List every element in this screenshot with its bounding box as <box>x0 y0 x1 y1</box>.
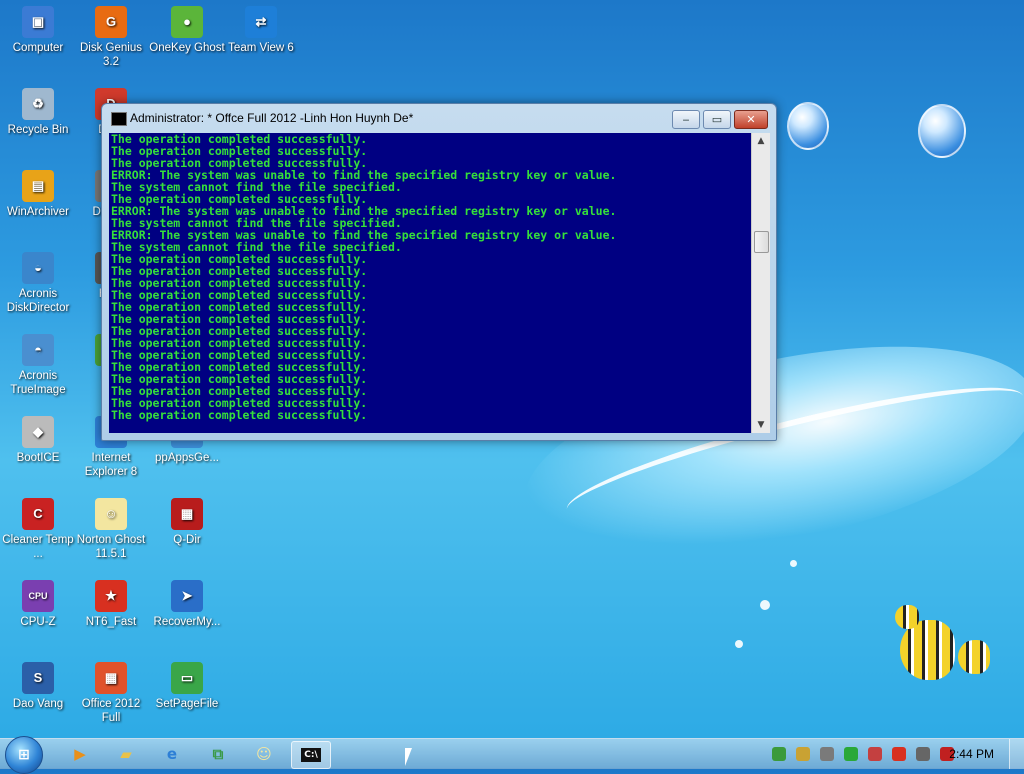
desktop-icon-label: RecoverMy... <box>153 616 221 628</box>
tray-tool-icon[interactable] <box>868 747 882 761</box>
desktop-icon[interactable]: ▦ Office 2012 Full <box>73 662 149 725</box>
acronis-trueimage-icon: ◓ <box>22 334 54 366</box>
dao-vang-icon: S <box>22 662 54 694</box>
tray-network-icon[interactable] <box>772 747 786 761</box>
tray-play-icon[interactable] <box>844 747 858 761</box>
cleaner-icon: C <box>22 498 54 530</box>
onekey-ghost-icon: ● <box>171 6 203 38</box>
internet-explorer-icon[interactable]: e <box>153 741 191 767</box>
windows-logo-bubble <box>787 102 829 150</box>
vertical-scrollbar[interactable]: ▲ ▼ <box>751 133 770 433</box>
desktop-icon[interactable]: C Cleaner Temp ... <box>0 498 76 561</box>
desktop-icon-label: Cleaner Temp ... <box>2 534 74 560</box>
tray-star-icon[interactable] <box>892 747 906 761</box>
desktop-icon[interactable]: S Dao Vang <box>0 662 76 711</box>
desktop-icon[interactable]: ● OneKey Ghost <box>149 6 225 55</box>
desktop-icon-label: Internet Explorer 8 <box>84 452 138 478</box>
media-player-icon[interactable]: ▶ <box>61 741 99 767</box>
scroll-up-arrow-icon[interactable]: ▲ <box>752 133 770 149</box>
disk-genius-icon: G <box>95 6 127 38</box>
desktop-icon-label: WinArchiver <box>7 206 69 218</box>
desktop-icon[interactable]: ▣ Computer <box>0 6 76 55</box>
desktop-icon[interactable]: ▦ Q-Dir <box>149 498 225 547</box>
setpagefile-icon: ▭ <box>171 662 203 694</box>
computer-icon: ▣ <box>22 6 54 38</box>
window-titlebar[interactable]: Administrator: * Offce Full 2012 -Linh H… <box>102 104 776 133</box>
desktop-icon-label: Team View 6 <box>228 42 294 54</box>
logo-bubble <box>918 104 966 158</box>
recycle-bin-icon: ♻ <box>22 88 54 120</box>
tray-monitor-icon[interactable] <box>916 747 930 761</box>
norton-ghost-icon: ☺ <box>95 498 127 530</box>
office-icon: ▦ <box>95 662 127 694</box>
recovermyfiles-icon: ➤ <box>171 580 203 612</box>
tray-stack-icon[interactable] <box>796 747 810 761</box>
fish <box>895 605 919 629</box>
desktop-icon[interactable]: ★ NT6_Fast <box>73 580 149 629</box>
winarchiver-icon: ▤ <box>22 170 54 202</box>
cmd-icon[interactable]: C:\ <box>291 741 331 769</box>
bootice-icon: ◆ <box>22 416 54 448</box>
start-button[interactable]: ⊞ <box>5 736 43 774</box>
desktop-icon-label: SetPageFile <box>155 698 219 710</box>
desktop-icon-label: CPU-Z <box>20 616 56 628</box>
water-drop <box>760 600 770 610</box>
close-button[interactable]: ✕ <box>734 110 768 129</box>
desktop-icon-label: Office 2012 Full <box>81 698 141 724</box>
window-title: Administrator: * Offce Full 2012 -Linh H… <box>130 111 414 125</box>
water-drop <box>790 560 797 567</box>
desktop-icon-label: Norton Ghost 11.5.1 <box>76 534 146 560</box>
desktop-icon-label: Dao Vang <box>12 698 64 710</box>
desktop-icon-label: BootICE <box>16 452 60 464</box>
desktop-icon-label: Computer <box>12 42 64 54</box>
desktop-icon[interactable]: CPU CPU-Z <box>0 580 76 629</box>
norton-ghost-icon[interactable]: ☺ <box>245 741 283 767</box>
desktop-icon[interactable]: ➤ RecoverMy... <box>149 580 225 629</box>
cpu-z-icon: CPU <box>22 580 54 612</box>
desktop-icon-label: Acronis DiskDirector <box>6 288 70 314</box>
desktop-icon-label: NT6_Fast <box>85 616 137 628</box>
scrollbar-thumb[interactable] <box>754 231 769 253</box>
acronis-disk-icon: ◒ <box>22 252 54 284</box>
desktop-icon-label: Q-Dir <box>173 534 201 546</box>
desktop-icon[interactable]: ◓ Acronis TrueImage <box>0 334 76 397</box>
desktop-icon[interactable]: ▤ WinArchiver <box>0 170 76 219</box>
desktop-icon-label: ppAppsGe... <box>155 452 219 464</box>
console-output[interactable]: The operation completed successfully. The… <box>109 133 751 433</box>
maximize-button[interactable]: ▭ <box>703 110 731 129</box>
desktop-icon-label: OneKey Ghost <box>149 42 225 54</box>
console-line: The operation completed successfully. <box>111 408 368 422</box>
desktop-icon[interactable]: ♻ Recycle Bin <box>0 88 76 137</box>
teamviewer-icon: ⇄ <box>245 6 277 38</box>
minimize-button[interactable]: ‒ <box>672 110 700 129</box>
taskbar: ⊞ ▶ ▰ e ⧉ ☺ C:\ 2:44 PM <box>0 736 1024 774</box>
show-desktop-button[interactable] <box>1009 739 1024 769</box>
mouse-cursor-icon <box>405 748 412 766</box>
desktop-icon-label: Disk Genius 3.2 <box>80 42 142 68</box>
explorer-folder-icon[interactable]: ▰ <box>107 741 145 767</box>
desktop-icon[interactable]: ⇄ Team View 6 <box>223 6 299 55</box>
cmd-window-icon <box>111 112 127 126</box>
nt6-fast-icon: ★ <box>95 580 127 612</box>
tray-ghost-icon[interactable] <box>820 747 834 761</box>
network-icon[interactable]: ⧉ <box>199 741 237 767</box>
desktop-icon[interactable]: ◒ Acronis DiskDirector <box>0 252 76 315</box>
desktop-icon[interactable]: ☺ Norton Ghost 11.5.1 <box>73 498 149 561</box>
cmd-window[interactable]: Administrator: * Offce Full 2012 -Linh H… <box>101 103 777 441</box>
desktop-icon[interactable]: ◆ BootICE <box>0 416 76 465</box>
q-dir-icon: ▦ <box>171 498 203 530</box>
scroll-down-arrow-icon[interactable]: ▼ <box>752 417 770 433</box>
clock[interactable]: 2:44 PM <box>949 747 994 761</box>
fish <box>958 640 990 674</box>
desktop-icon[interactable]: ▭ SetPageFile <box>149 662 225 711</box>
desktop-icon[interactable]: G Disk Genius 3.2 <box>73 6 149 69</box>
fish <box>900 620 955 680</box>
water-drop <box>735 640 743 648</box>
desktop-icon-label: Acronis TrueImage <box>10 370 66 396</box>
desktop-icon-label: Recycle Bin <box>7 124 69 136</box>
